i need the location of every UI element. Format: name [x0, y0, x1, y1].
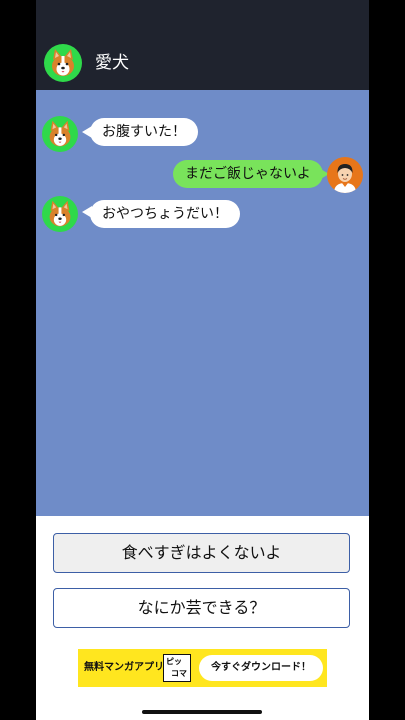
dog-avatar[interactable] — [44, 44, 82, 82]
person-icon — [334, 164, 356, 193]
chat-title: 愛犬 — [95, 53, 129, 73]
incoming-message: お腹すいた！ — [90, 118, 198, 146]
corgi-icon — [52, 49, 74, 76]
chat-header: 愛犬 — [36, 0, 369, 90]
reply-panel: 食べすぎはよくないよ なにか芸できる？ — [36, 516, 369, 720]
home-indicator[interactable] — [142, 710, 262, 714]
outgoing-message: まだご飯じゃないよ — [173, 160, 323, 188]
dog-avatar[interactable] — [42, 196, 78, 232]
incoming-message: おやつちょうだい！ — [90, 200, 240, 228]
reply-choice-button[interactable]: 食べすぎはよくないよ — [53, 533, 350, 573]
app-logo: ピッ コマ — [163, 654, 191, 682]
ad-banner[interactable]: 無料マンガアプリ ピッ コマ 今すぐダウンロード！ — [78, 649, 327, 687]
logo-bottom-text: コマ — [171, 669, 187, 678]
corgi-icon — [49, 200, 71, 227]
reply-choice-button[interactable]: なにか芸できる？ — [53, 588, 350, 628]
chat-area[interactable]: お腹すいた！ まだご飯じゃないよ おやつちょうだい！ — [36, 90, 369, 516]
download-button[interactable]: 今すぐダウンロード！ — [199, 655, 323, 681]
dog-avatar[interactable] — [42, 116, 78, 152]
ad-left-text: 無料マンガアプリ — [84, 662, 164, 673]
logo-top-text: ピッ — [166, 657, 182, 666]
phone-screen: 愛犬 お腹すいた！ まだご飯じゃないよ おやつちょうだい！ 食べすぎはよくないよ… — [36, 0, 369, 720]
corgi-icon — [49, 120, 71, 147]
user-avatar[interactable] — [327, 157, 363, 193]
